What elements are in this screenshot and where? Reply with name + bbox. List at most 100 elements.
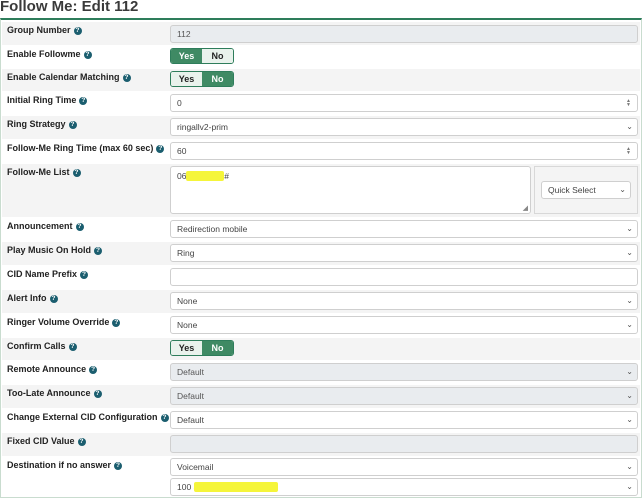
select-value: Default <box>177 391 204 401</box>
help-icon[interactable]: ? <box>68 121 77 129</box>
label-followme-list: Follow-Me List? <box>2 164 166 217</box>
label-group-number: Group Number? <box>2 22 166 45</box>
help-icon[interactable]: ? <box>93 390 102 398</box>
announcement-select[interactable]: Redirection mobile ⌄ <box>170 220 638 238</box>
select-value: None <box>177 320 198 330</box>
help-icon[interactable]: ? <box>75 223 84 231</box>
help-icon[interactable]: ? <box>122 74 131 82</box>
too-late-announce-select[interactable]: Default ⌄ <box>170 387 638 405</box>
music-on-hold-select[interactable]: Ring ⌄ <box>170 244 638 262</box>
row-ringer-volume: Ringer Volume Override? None ⌄ <box>2 314 640 337</box>
label-text: Confirm Calls <box>7 341 66 351</box>
select-value: ringallv2-prim <box>177 122 229 132</box>
quick-select-panel: Quick Select ⌄ <box>534 166 638 214</box>
help-icon[interactable]: ? <box>94 247 103 255</box>
help-icon[interactable]: ? <box>79 97 88 105</box>
select-value: None <box>177 296 198 306</box>
select-value: Default <box>177 415 204 425</box>
ringer-volume-select[interactable]: None ⌄ <box>170 316 638 334</box>
label-text: Follow-Me List <box>7 167 70 177</box>
label-text: Destination if no answer <box>7 460 112 470</box>
label-text: Too-Late Announce <box>7 388 91 398</box>
help-icon[interactable]: ? <box>73 27 82 35</box>
chevron-down-icon: ⌄ <box>626 320 633 329</box>
row-alert-info: Alert Info? None ⌄ <box>2 290 640 313</box>
row-followme-ring-time: Follow-Me Ring Time (max 60 sec)? 60 ▲ ▼ <box>2 140 640 163</box>
row-destination-no-answer: Destination if no answer? Voicemail ⌄ 100… <box>2 457 640 497</box>
input-value: 0 <box>177 98 182 108</box>
row-fixed-cid-value: Fixed CID Value? <box>2 433 640 456</box>
chevron-down-icon: ⌄ <box>626 462 633 471</box>
chevron-down-icon: ⌄ <box>626 248 633 257</box>
row-initial-ring-time: Initial Ring Time? 0 ▲ ▼ <box>2 92 640 115</box>
enable-followme-yes-button[interactable]: Yes <box>171 49 202 63</box>
spinner-icon[interactable]: ▲ ▼ <box>625 147 632 156</box>
help-icon[interactable]: ? <box>80 271 89 279</box>
alert-info-select[interactable]: None ⌄ <box>170 292 638 310</box>
cid-name-prefix-input[interactable] <box>170 268 638 286</box>
chevron-down-icon: ⌄ <box>626 482 633 491</box>
destination-type-select[interactable]: Voicemail ⌄ <box>170 458 638 476</box>
label-text: Enable Calendar Matching <box>7 72 120 82</box>
chevron-down-icon: ⌄ <box>626 296 633 305</box>
chevron-down-icon: ⌄ <box>626 122 633 131</box>
initial-ring-time-input[interactable]: 0 ▲ ▼ <box>170 94 638 112</box>
enable-calendar-yes-button[interactable]: Yes <box>171 72 202 86</box>
label-text: CID Name Prefix <box>7 269 78 279</box>
label-text: Alert Info <box>7 293 47 303</box>
row-group-number: Group Number? 112 <box>2 22 640 45</box>
remote-announce-select[interactable]: Default ⌄ <box>170 363 638 381</box>
chevron-down-icon: ⌄ <box>619 185 626 194</box>
enable-calendar-toggle: Yes No <box>170 71 234 87</box>
select-value: Voicemail <box>177 462 214 472</box>
help-icon[interactable]: ? <box>112 319 121 327</box>
label-text: Group Number <box>7 25 71 35</box>
row-ring-strategy: Ring Strategy? ringallv2-prim ⌄ <box>2 116 640 139</box>
ring-strategy-select[interactable]: ringallv2-prim ⌄ <box>170 118 638 136</box>
label-text: Ring Strategy <box>7 119 66 129</box>
list-number-suffix: # <box>224 171 230 181</box>
followme-ring-time-input[interactable]: 60 ▲ ▼ <box>170 142 638 160</box>
enable-calendar-no-button[interactable]: No <box>202 72 233 86</box>
page-title: Follow Me: Edit 112 <box>0 0 139 15</box>
row-change-external-cid: Change External CID Configuration? Defau… <box>2 409 640 432</box>
follow-me-form: Group Number? 112 Enable Followme? Yes N… <box>0 18 642 498</box>
spinner-icon[interactable]: ▲ ▼ <box>625 99 632 108</box>
help-icon[interactable]: ? <box>77 438 86 446</box>
resize-grip-icon[interactable]: ◢ <box>523 204 528 212</box>
input-value: 60 <box>177 146 187 156</box>
help-icon[interactable]: ? <box>156 145 165 153</box>
label-initial-ring-time: Initial Ring Time? <box>2 92 166 115</box>
label-text: Initial Ring Time <box>7 95 77 105</box>
help-icon[interactable]: ? <box>89 366 98 374</box>
confirm-calls-yes-button[interactable]: Yes <box>171 341 202 355</box>
label-text: Fixed CID Value <box>7 436 75 446</box>
confirm-calls-no-button[interactable]: No <box>202 341 233 355</box>
label-text: Change External CID Configuration <box>7 412 158 422</box>
label-ringer-volume: Ringer Volume Override? <box>2 314 166 337</box>
redacted-destination: John Doe unavail msg <box>193 482 278 492</box>
quick-select-dropdown[interactable]: Quick Select ⌄ <box>541 181 631 199</box>
chevron-down-icon: ⌄ <box>626 367 633 376</box>
help-icon[interactable]: ? <box>72 169 81 177</box>
label-destination-no-answer: Destination if no answer? <box>2 457 166 497</box>
help-icon[interactable]: ? <box>68 343 77 351</box>
label-alert-info: Alert Info? <box>2 290 166 313</box>
help-icon[interactable]: ? <box>49 295 58 303</box>
chevron-down-icon: ⌄ <box>626 224 633 233</box>
select-value: Default <box>177 367 204 377</box>
label-text: Follow-Me Ring Time (max 60 sec) <box>7 143 154 153</box>
help-icon[interactable]: ? <box>114 462 123 470</box>
label-text: Announcement <box>7 221 73 231</box>
label-too-late-announce: Too-Late Announce? <box>2 385 166 408</box>
help-icon[interactable]: ? <box>83 51 92 59</box>
label-text: Enable Followme <box>7 49 81 59</box>
fixed-cid-value-input <box>170 435 638 453</box>
label-text: Remote Announce <box>7 364 87 374</box>
change-external-cid-select[interactable]: Default ⌄ <box>170 411 638 429</box>
redacted-number: 12345678 <box>186 171 225 181</box>
enable-followme-no-button[interactable]: No <box>202 49 233 63</box>
destination-target-select[interactable]: 100 John Doe unavail msg ⌄ <box>170 478 638 496</box>
label-change-external-cid: Change External CID Configuration? <box>2 409 169 432</box>
followme-list-textarea[interactable]: 0612345678# ◢ <box>170 166 531 214</box>
